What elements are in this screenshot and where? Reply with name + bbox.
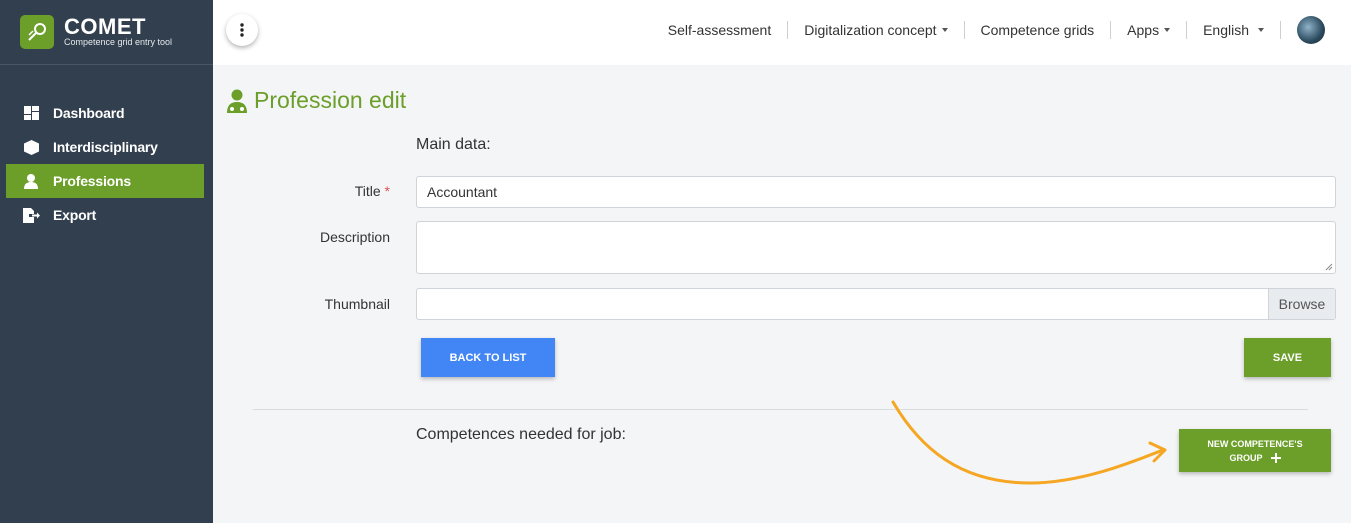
more-options-button[interactable] [226,14,258,46]
resize-handle-icon[interactable] [1325,263,1333,271]
comet-logo-icon [20,15,54,49]
kebab-icon [240,23,244,37]
browse-button[interactable]: Browse [1268,289,1335,319]
brand-title: COMET [64,14,146,39]
competences-label: Competences needed for job: [416,426,626,443]
new-competence-group-button[interactable]: NEW COMPETENCE'S GROUP [1179,429,1331,472]
topnav-apps[interactable]: Apps [1111,21,1188,39]
top-bar: Self-assessment Digitalization concept C… [213,0,1351,65]
main-data-label: Main data: [416,136,491,153]
topnav-digitalization-concept[interactable]: Digitalization concept [788,21,965,39]
sidebar-item-label: Dashboard [53,105,125,121]
save-button[interactable]: SAVE [1244,338,1331,377]
caret-down-icon [1164,28,1171,32]
thumbnail-file-input[interactable]: Browse [416,288,1336,320]
description-label: Description [319,229,390,245]
cube-icon [22,138,40,156]
description-textarea[interactable] [416,221,1336,274]
profession-icon [227,89,247,113]
sidebar-item-export[interactable]: Export [0,198,213,232]
caret-down-icon [941,28,948,32]
avatar[interactable] [1297,16,1325,44]
back-to-list-button[interactable]: BACK TO LIST [421,338,555,377]
title-input[interactable]: Accountant [416,176,1336,208]
annotation-arrow-icon [891,400,1167,485]
sidebar-item-interdisciplinary[interactable]: Interdisciplinary [0,130,213,164]
dashboard-icon [22,104,40,122]
required-mark: * [384,183,390,199]
sidebar-item-professions[interactable]: Professions [6,164,204,198]
top-nav: Self-assessment Digitalization concept C… [652,16,1325,44]
export-icon [22,206,40,224]
brand[interactable]: COMET Competence grid entry tool [0,0,213,65]
plus-icon [1270,452,1281,463]
page-title: Profession edit [226,87,406,114]
title-label: Title * [354,183,390,199]
sidebar-item-label: Professions [53,173,131,189]
sidebar-item-dashboard[interactable]: Dashboard [0,96,213,130]
sidebar-nav: Dashboard Interdisciplinary Professions … [0,96,213,232]
caret-down-icon [1258,28,1264,32]
brand-subtitle: Competence grid entry tool [64,37,173,47]
sidebar: COMET Competence grid entry tool Dashboa… [0,0,213,523]
topnav-self-assessment[interactable]: Self-assessment [652,21,789,39]
user-icon [22,172,40,190]
thumbnail-label: Thumbnail [324,296,390,312]
topnav-language[interactable]: English [1187,21,1281,39]
sidebar-item-label: Interdisciplinary [53,139,158,155]
topnav-competence-grids[interactable]: Competence grids [965,21,1112,39]
sidebar-item-label: Export [53,207,97,223]
